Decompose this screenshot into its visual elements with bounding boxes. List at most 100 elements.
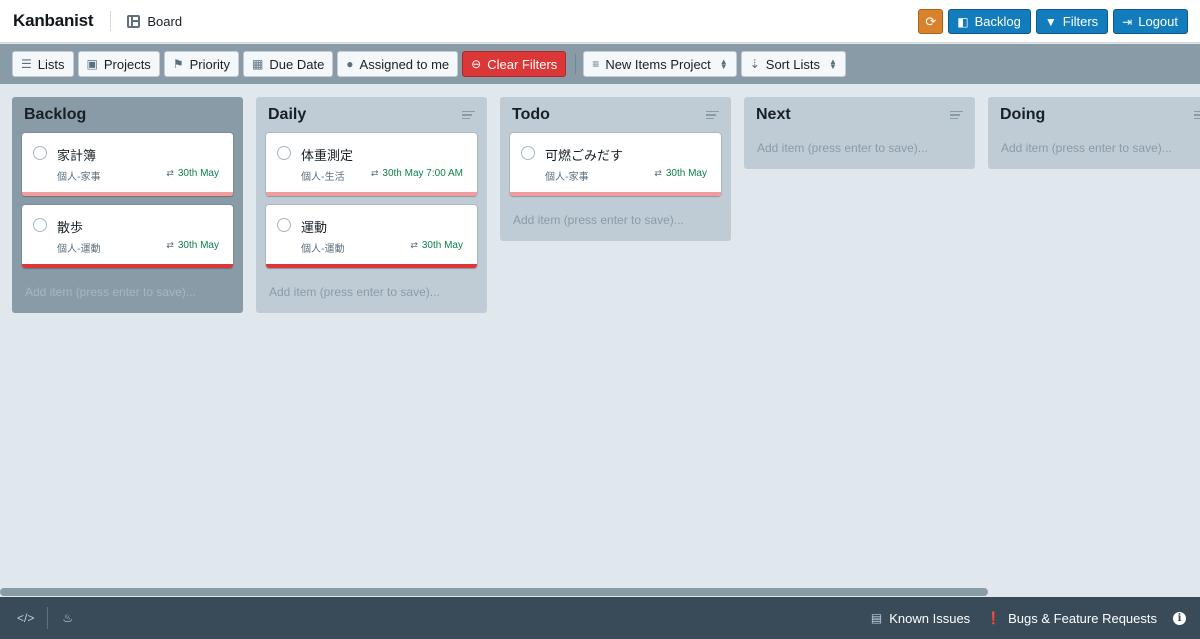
app-brand[interactable]: Kanbanist (13, 11, 94, 31)
task-project: 個人-運動 (301, 244, 345, 255)
piggy-bank-icon[interactable]: ♨ (62, 611, 73, 625)
scrollbar-thumb[interactable] (0, 588, 988, 596)
document-icon: ▤ (870, 611, 883, 625)
add-item-input[interactable]: Add item (press enter to save)... (998, 133, 1200, 161)
task-due: ⇄ 30th May (166, 168, 219, 179)
list-header[interactable]: Daily (256, 97, 487, 133)
nav-divider (110, 11, 112, 31)
list-menu-icon[interactable] (706, 110, 719, 120)
list-column: Doing Add item (press enter to save)... (988, 97, 1200, 169)
task-due: ⇄ 30th May (166, 240, 219, 251)
list-body: 家計簿 個人-家事 ⇄ 30th May 散歩 個人-運動 ⇄ 30th May Add ite… (12, 133, 243, 305)
task-title: 家計簿 (57, 149, 97, 164)
list-title: Next (756, 106, 791, 123)
task-due-label: 30th May 7:00 AM (382, 168, 463, 179)
list-body: Add item (press enter to save)... (744, 133, 975, 161)
clear-filters-button-label: Clear Filters (487, 56, 558, 72)
due-date-button-label: Due Date (269, 56, 325, 72)
task-due-label: 30th May (177, 240, 219, 251)
projects-button[interactable]: ▣ Projects (77, 51, 160, 77)
list-column: Next Add item (press enter to save)... (744, 97, 975, 169)
info-icon[interactable]: i (1173, 611, 1186, 625)
priority-bar (510, 192, 721, 196)
list-title: Backlog (24, 106, 87, 123)
double-caret-icon: ▲ ▼ (719, 57, 728, 71)
clear-filters-button[interactable]: ⊖ Clear Filters (462, 51, 567, 77)
task-card[interactable]: 家計簿個人-家事 ⇄ 30th May (22, 133, 233, 196)
list-menu-icon[interactable] (462, 110, 475, 120)
recurring-icon: ⇄ (410, 240, 418, 250)
list-body: 可燃ごみだす 個人-家事 ⇄ 30th May Add item (press ente… (500, 133, 731, 233)
add-item-input[interactable]: Add item (press enter to save)... (510, 205, 721, 233)
horizontal-scrollbar[interactable] (0, 588, 1200, 596)
inbox-icon: ▣ (86, 57, 98, 71)
lists-button[interactable]: ☰ Lists (12, 51, 74, 77)
recurring-icon: ⇄ (166, 168, 174, 178)
sync-button[interactable]: ⟳ (918, 9, 944, 34)
bugs-link[interactable]: ❗ Bugs & Feature Requests (986, 611, 1157, 626)
board-view-label[interactable]: Board (127, 14, 182, 29)
recurring-icon: ⇄ (654, 168, 662, 178)
complete-checkbox[interactable] (33, 146, 47, 160)
list-header[interactable]: Backlog (12, 97, 243, 133)
new-items-project-select[interactable]: ≡ New Items Project ▲ ▼ (583, 51, 737, 77)
calendar-icon: ▦ (252, 57, 264, 71)
list-title: Daily (268, 106, 307, 123)
priority-bar (22, 192, 233, 196)
list-body: 体重測定 個人-生活 ⇄ 30th May 7:00 AM 運動 個人-運動 ⇄ 30th M… (256, 133, 487, 305)
board-label: Board (147, 13, 183, 29)
recurring-icon: ⇄ (166, 240, 174, 250)
user-icon: ● (346, 57, 354, 71)
task-project: 個人-家事 (545, 172, 589, 183)
toolbar-divider (575, 54, 577, 74)
task-card[interactable]: 体重測定 個人-生活 ⇄ 30th May 7:00 AM (266, 133, 477, 196)
assigned-button[interactable]: ● Assigned to me (337, 51, 459, 77)
known-issues-link[interactable]: ▤ Known Issues (871, 611, 970, 626)
backlog-button[interactable]: ◧ Backlog (948, 9, 1031, 34)
task-due: ⇄ 30th May (654, 168, 707, 179)
complete-checkbox[interactable] (277, 146, 291, 160)
list-menu-icon[interactable] (950, 110, 963, 120)
due-date-button[interactable]: ▦ Due Date (243, 51, 334, 77)
add-item-input[interactable]: Add item (press enter to save)... (754, 133, 965, 161)
bugs-label: Bugs & Feature Requests (1008, 610, 1157, 626)
task-due: ⇄ 30th May (410, 240, 463, 251)
task-card[interactable]: 運動個人-運動 ⇄ 30th May (266, 205, 477, 268)
complete-checkbox[interactable] (33, 218, 47, 232)
sort-icon: ⇣ (749, 57, 760, 71)
list-menu-icon[interactable] (1194, 110, 1200, 120)
add-list-icon: ≡ (592, 57, 600, 71)
projects-button-label: Projects (103, 56, 151, 72)
list-header[interactable]: Doing (988, 97, 1200, 133)
task-card[interactable]: 散歩 個人-運動 ⇄ 30th May (22, 205, 233, 268)
priority-bar (22, 264, 233, 268)
add-item-input[interactable]: Add item (press enter to save)... (22, 277, 233, 305)
filter-icon: ▼ (1044, 14, 1057, 29)
nav-actions: ⟳ ◧ Backlog ▼ Filters ⇥ Logout (918, 9, 1188, 34)
logout-button[interactable]: ⇥ Logout (1113, 9, 1188, 34)
list-header[interactable]: Next (744, 97, 975, 133)
list-title: Todo (512, 106, 550, 123)
complete-checkbox[interactable] (277, 218, 291, 232)
complete-checkbox[interactable] (521, 146, 535, 160)
double-caret-icon: ▲ ▼ (828, 57, 837, 71)
task-title: 運動 (301, 221, 328, 236)
list-header[interactable]: Todo (500, 97, 731, 133)
known-issues-label: Known Issues (889, 610, 971, 626)
filters-button[interactable]: ▼ Filters (1035, 9, 1109, 34)
remove-icon: ⊖ (471, 57, 482, 71)
priority-button[interactable]: ⚑ Priority (163, 51, 240, 77)
code-icon[interactable]: </> (17, 611, 34, 625)
warning-icon: ❗ (986, 611, 1002, 625)
backlog-button-label: Backlog (974, 14, 1021, 29)
task-project: 個人-家事 (57, 172, 101, 183)
task-card[interactable]: 可燃ごみだす 個人-家事 ⇄ 30th May (510, 133, 721, 196)
priority-bar (266, 264, 477, 268)
sort-lists-select[interactable]: ⇣ Sort Lists ▲ ▼ (740, 51, 846, 77)
footer-divider (47, 607, 49, 629)
footer: </> ♨ ▤ Known Issues ❗ Bugs & Feature Requ… (0, 597, 1200, 639)
add-item-input[interactable]: Add item (press enter to save)... (266, 277, 477, 305)
task-due-label: 30th May (421, 240, 463, 251)
task-title: 体重測定 (301, 149, 354, 164)
list-column: Daily 体重測定 個人-生活 ⇄ 30th May 7:00 AM 運動 個人-運動 ⇄ 3… (256, 97, 487, 313)
